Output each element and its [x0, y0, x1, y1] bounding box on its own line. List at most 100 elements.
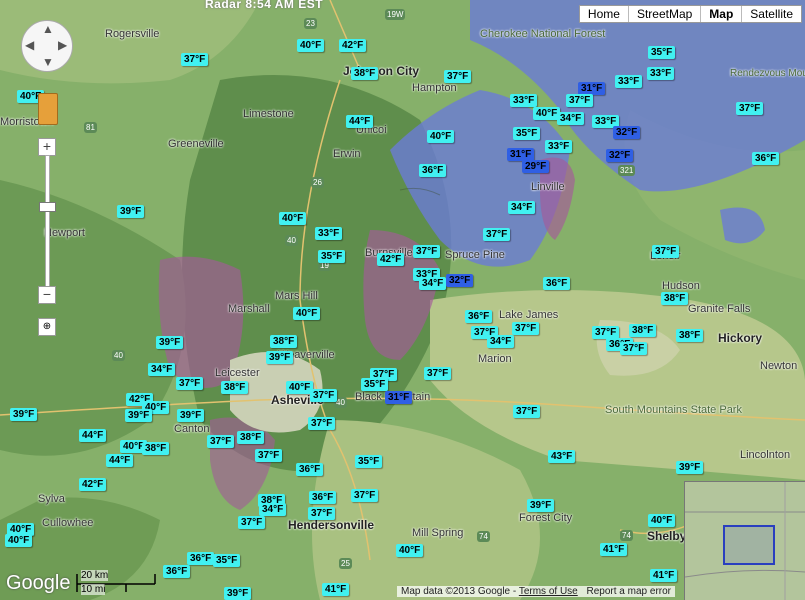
temperature-label[interactable]: 39°F — [125, 409, 153, 422]
temperature-label[interactable]: 42°F — [339, 39, 367, 52]
temperature-label[interactable]: 35°F — [355, 455, 383, 468]
temperature-label[interactable]: 35°F — [213, 554, 241, 567]
temperature-label[interactable]: 37°F — [512, 322, 540, 335]
temperature-label[interactable]: 33°F — [647, 67, 675, 80]
temperature-label[interactable]: 37°F — [308, 507, 336, 520]
temperature-label[interactable]: 37°F — [181, 53, 209, 66]
terms-link[interactable]: Terms of Use — [519, 586, 578, 597]
temperature-label[interactable]: 40°F — [427, 130, 455, 143]
temperature-label[interactable]: 39°F — [156, 336, 184, 349]
temperature-label[interactable]: 38°F — [221, 381, 249, 394]
temperature-label[interactable]: 38°F — [629, 324, 657, 337]
temperature-label[interactable]: 36°F — [752, 152, 780, 165]
temperature-label[interactable]: 37°F — [566, 94, 594, 107]
street-view-pegman-icon[interactable] — [38, 93, 58, 125]
pan-control[interactable]: ▲ ▼ ◀ ▶ — [21, 20, 73, 72]
temperature-label[interactable]: 33°F — [615, 75, 643, 88]
temperature-label[interactable]: 31°F — [385, 391, 413, 404]
overview-viewport[interactable] — [723, 525, 775, 565]
temperature-label[interactable]: 39°F — [10, 408, 38, 421]
temperature-label[interactable]: 38°F — [142, 442, 170, 455]
temperature-label[interactable]: 37°F — [207, 435, 235, 448]
temperature-label[interactable]: 34°F — [259, 503, 287, 516]
temperature-label[interactable]: 44°F — [79, 429, 107, 442]
temperature-label[interactable]: 38°F — [676, 329, 704, 342]
temperature-label[interactable]: 37°F — [736, 102, 764, 115]
temperature-label[interactable]: 37°F — [351, 489, 379, 502]
temperature-label[interactable]: 32°F — [613, 126, 641, 139]
temperature-label[interactable]: 37°F — [176, 377, 204, 390]
temperature-label[interactable]: 37°F — [308, 417, 336, 430]
temperature-label[interactable]: 33°F — [545, 140, 573, 153]
temperature-label[interactable]: 37°F — [444, 70, 472, 83]
temperature-label[interactable]: 39°F — [224, 587, 252, 600]
temperature-label[interactable]: 38°F — [351, 67, 379, 80]
temperature-label[interactable]: 33°F — [510, 94, 538, 107]
temperature-label[interactable]: 40°F — [293, 307, 321, 320]
temperature-label[interactable]: 41°F — [322, 583, 350, 596]
temperature-label[interactable]: 37°F — [513, 405, 541, 418]
zoom-out-button[interactable]: − — [38, 286, 56, 304]
temperature-label[interactable]: 36°F — [309, 491, 337, 504]
temperature-label[interactable]: 40°F — [648, 514, 676, 527]
temperature-label[interactable]: 37°F — [483, 228, 511, 241]
zoom-slider-thumb[interactable] — [39, 202, 56, 212]
pan-right-icon[interactable]: ▶ — [58, 38, 67, 52]
temperature-label[interactable]: 41°F — [650, 569, 678, 582]
temperature-label[interactable]: 35°F — [361, 378, 389, 391]
temperature-label[interactable]: 33°F — [315, 227, 343, 240]
temperature-label[interactable]: 36°F — [163, 565, 191, 578]
streetmap-button[interactable]: StreetMap — [627, 6, 700, 22]
temperature-label[interactable]: 39°F — [177, 409, 205, 422]
temperature-label[interactable]: 38°F — [237, 431, 265, 444]
temperature-label[interactable]: 44°F — [346, 115, 374, 128]
temperature-label[interactable]: 37°F — [310, 389, 338, 402]
temperature-label[interactable]: 40°F — [279, 212, 307, 225]
zoom-slider-track[interactable] — [45, 155, 50, 287]
temperature-label[interactable]: 41°F — [600, 543, 628, 556]
temperature-label[interactable]: 29°F — [522, 160, 550, 173]
temperature-label[interactable]: 39°F — [676, 461, 704, 474]
map-canvas[interactable]: Radar 8:54 AM EST Rogersville Johnson Ci… — [0, 0, 805, 600]
temperature-label[interactable]: 42°F — [377, 253, 405, 266]
temperature-label[interactable]: 37°F — [238, 516, 266, 529]
report-error-link[interactable]: Report a map error — [587, 586, 671, 597]
zoom-in-button[interactable]: + — [38, 138, 56, 156]
temperature-label[interactable]: 34°F — [487, 335, 515, 348]
temperature-label[interactable]: 34°F — [557, 112, 585, 125]
temperature-label[interactable]: 37°F — [413, 245, 441, 258]
pan-up-icon[interactable]: ▲ — [42, 22, 54, 36]
temperature-label[interactable]: 39°F — [527, 499, 555, 512]
temperature-label[interactable]: 36°F — [419, 164, 447, 177]
temperature-label[interactable]: 36°F — [543, 277, 571, 290]
temperature-label[interactable]: 37°F — [652, 245, 680, 258]
temperature-label[interactable]: 36°F — [296, 463, 324, 476]
temperature-label[interactable]: 37°F — [255, 449, 283, 462]
home-button[interactable]: Home — [580, 6, 628, 22]
temperature-label[interactable]: 36°F — [465, 310, 493, 323]
overview-map[interactable] — [684, 481, 805, 600]
temperature-label[interactable]: 35°F — [648, 46, 676, 59]
temperature-label[interactable]: 38°F — [661, 292, 689, 305]
temperature-label[interactable]: 35°F — [513, 127, 541, 140]
temperature-label[interactable]: 42°F — [79, 478, 107, 491]
temperature-label[interactable]: 39°F — [117, 205, 145, 218]
temperature-label[interactable]: 40°F — [5, 534, 33, 547]
temperature-label[interactable]: 35°F — [318, 250, 346, 263]
temperature-label[interactable]: 34°F — [508, 201, 536, 214]
temperature-label[interactable]: 43°F — [548, 450, 576, 463]
temperature-label[interactable]: 40°F — [396, 544, 424, 557]
pan-down-icon[interactable]: ▼ — [42, 55, 54, 69]
temperature-label[interactable]: 37°F — [620, 342, 648, 355]
temperature-label[interactable]: 36°F — [187, 552, 215, 565]
temperature-label[interactable]: 44°F — [106, 454, 134, 467]
temperature-label[interactable]: 38°F — [270, 335, 298, 348]
satellite-button[interactable]: Satellite — [741, 6, 801, 22]
temperature-label[interactable]: 32°F — [606, 149, 634, 162]
temperature-label[interactable]: 34°F — [419, 277, 447, 290]
zoom-box-icon[interactable]: ⊕ — [38, 318, 56, 336]
pan-left-icon[interactable]: ◀ — [25, 38, 34, 52]
temperature-label[interactable]: 32°F — [446, 274, 474, 287]
map-button[interactable]: Map — [700, 6, 741, 22]
temperature-label[interactable]: 39°F — [266, 351, 294, 364]
